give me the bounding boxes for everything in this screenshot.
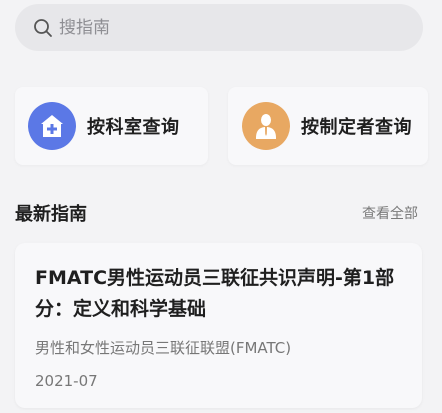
search-icon [33,18,53,38]
query-by-department-button[interactable]: 按科室查询 [15,87,208,165]
see-all-link[interactable]: 查看全部 [362,203,418,223]
search-input[interactable] [59,17,359,38]
query-by-maker-button[interactable]: 按制定者查询 [228,87,428,165]
guideline-card[interactable]: FMATC男性运动员三联征共识声明-第1部分：定义和科学基础 男性和女性运动员三… [15,243,422,408]
query-by-department-label: 按科室查询 [87,117,180,138]
guideline-title: FMATC男性运动员三联征共识声明-第1部分：定义和科学基础 [35,267,395,320]
hospital-plus-icon [28,102,76,150]
search-bar[interactable] [15,4,423,51]
latest-guidelines-heading: 最新指南 [15,204,87,225]
query-by-maker-label: 按制定者查询 [301,117,412,138]
guideline-organization: 男性和女性运动员三联征联盟(FMATC) [35,339,292,357]
guideline-date: 2021-07 [35,372,98,390]
doctor-person-icon [242,102,290,150]
